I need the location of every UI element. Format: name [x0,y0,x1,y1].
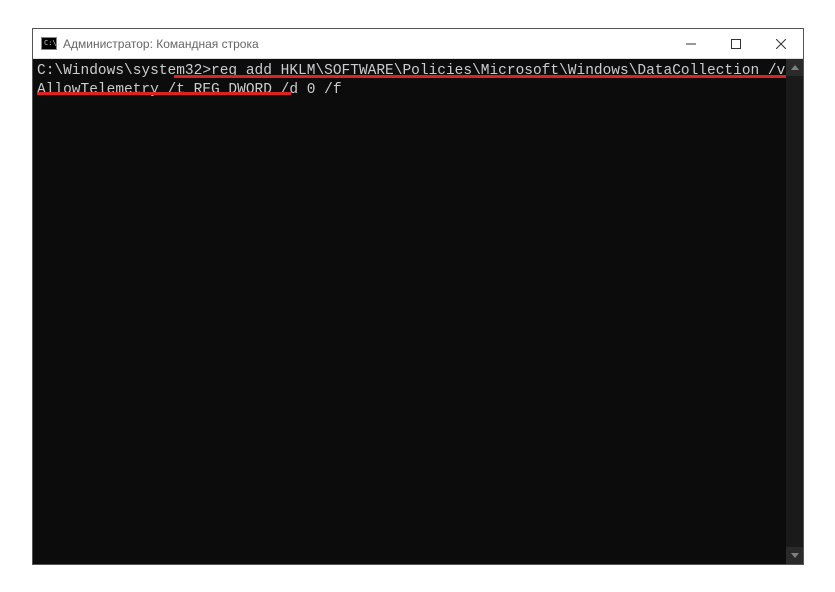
command-prompt-window: C:\. Администратор: Командная строка C:\… [32,28,804,565]
vertical-scrollbar[interactable] [786,59,803,564]
terminal-line: C:\Windows\system32>reg add HKLM\SOFTWAR… [37,61,799,99]
window-controls [668,29,803,58]
scroll-up-arrow-icon[interactable] [786,59,803,76]
terminal-body[interactable]: C:\Windows\system32>reg add HKLM\SOFTWAR… [33,59,803,564]
highlight-underline [37,92,291,95]
minimize-button[interactable] [668,29,713,58]
highlight-underline [174,75,787,78]
cmd-icon: C:\. [41,37,57,50]
maximize-button[interactable] [713,29,758,58]
close-button[interactable] [758,29,803,58]
window-titlebar[interactable]: C:\. Администратор: Командная строка [33,29,803,59]
scroll-down-arrow-icon[interactable] [786,547,803,564]
window-title: Администратор: Командная строка [63,37,668,51]
